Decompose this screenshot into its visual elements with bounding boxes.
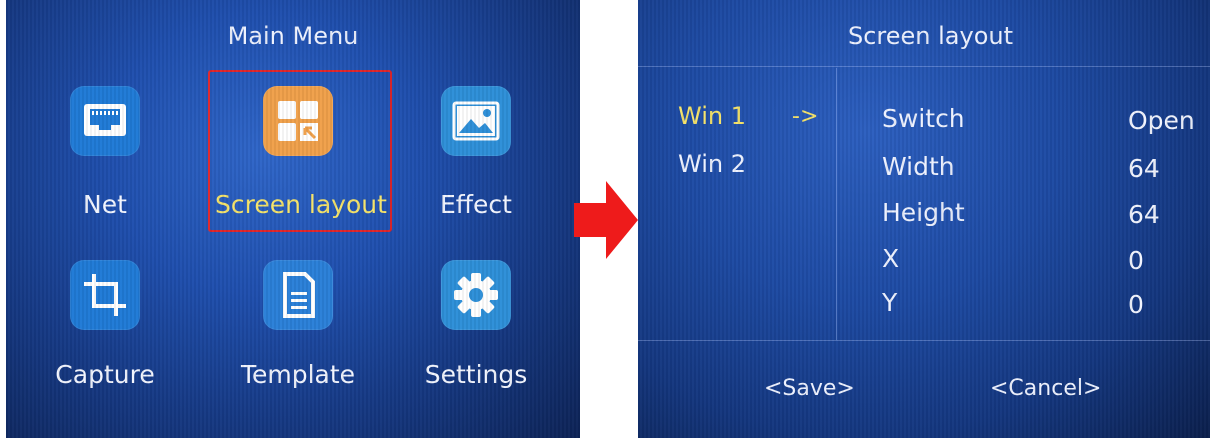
window-item-win1[interactable]: Win 1 — [678, 102, 746, 130]
field-value-height[interactable]: 64 — [1128, 200, 1160, 229]
crop-icon — [70, 260, 140, 330]
menu-item-net[interactable]: Net — [22, 86, 188, 219]
column-divider — [836, 68, 837, 340]
window-item-win2[interactable]: Win 2 — [678, 150, 746, 178]
menu-item-label: Settings — [424, 360, 528, 389]
network-port-icon — [70, 86, 140, 156]
menu-item-label: Net — [83, 190, 127, 219]
menu-item-label: Effect — [440, 190, 512, 219]
selection-pointer: -> — [792, 104, 819, 129]
field-label-height: Height — [882, 198, 965, 227]
field-value-x[interactable]: 0 — [1128, 246, 1144, 275]
menu-item-label: Capture — [55, 360, 155, 389]
title-divider — [638, 66, 1210, 67]
main-menu-screen: Main Menu Net Screen layout Effect Captu… — [6, 0, 580, 438]
screen-layout-title: Screen layout — [848, 22, 1014, 50]
document-icon — [263, 260, 333, 330]
menu-item-effect[interactable]: Effect — [393, 86, 559, 219]
footer-divider — [638, 340, 1210, 341]
screen-layout-icon — [263, 86, 333, 156]
field-label-x: X — [882, 244, 900, 273]
field-label-width: Width — [882, 152, 955, 181]
menu-item-capture[interactable]: Capture — [22, 260, 188, 389]
field-value-y[interactable]: 0 — [1128, 290, 1144, 319]
menu-item-label: Template — [240, 360, 356, 389]
right-arrow-icon — [574, 181, 638, 259]
field-label-switch: Switch — [882, 104, 965, 133]
field-value-width[interactable]: 64 — [1128, 154, 1160, 183]
field-label-y: Y — [882, 288, 898, 317]
image-icon — [441, 86, 511, 156]
main-menu-title: Main Menu — [227, 22, 359, 50]
cancel-button[interactable]: <Cancel> — [990, 376, 1101, 401]
field-value-switch[interactable]: Open — [1128, 106, 1195, 135]
menu-item-settings[interactable]: Settings — [393, 260, 559, 389]
screen-layout-screen: Screen layout Win 1 Win 2 -> Switch Open… — [638, 0, 1210, 438]
gear-icon — [441, 260, 511, 330]
menu-item-template[interactable]: Template — [215, 260, 381, 389]
save-button[interactable]: <Save> — [764, 376, 855, 401]
menu-item-label: Screen layout — [215, 190, 387, 219]
menu-item-screen-layout[interactable]: Screen layout — [215, 86, 387, 219]
